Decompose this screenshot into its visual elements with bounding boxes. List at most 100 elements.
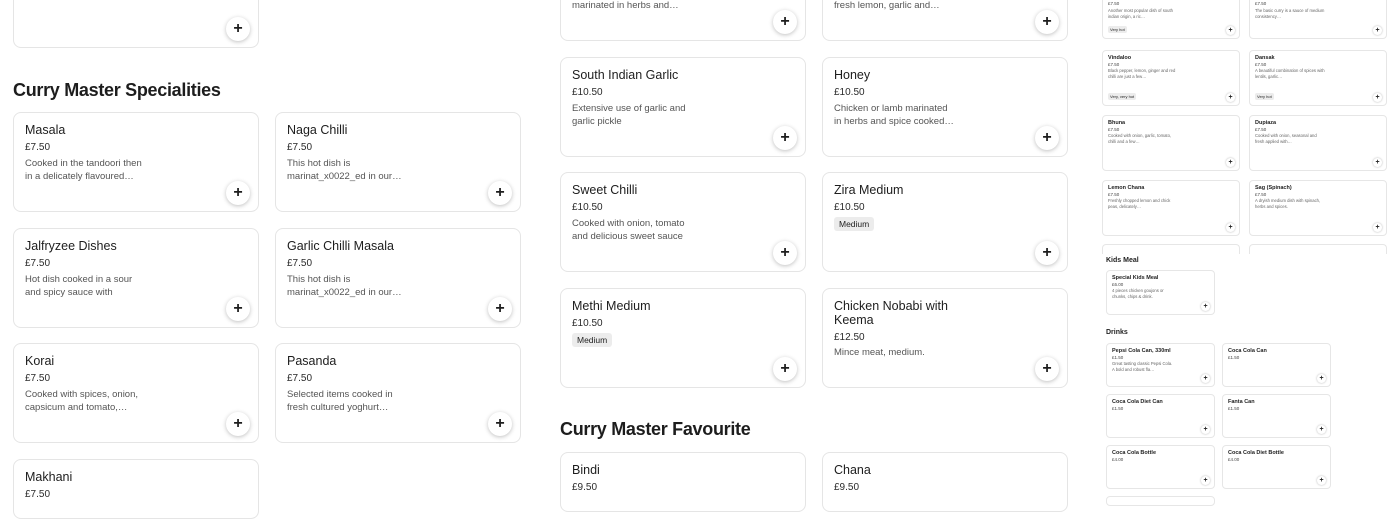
mini-menu-card[interactable]: Pepsi Cola Can, 330ml £1.50 Great tastin… (1106, 343, 1215, 387)
menu-item-card[interactable]: + (13, 0, 259, 48)
item-price: £7.50 (287, 142, 313, 153)
mini-menu-card[interactable]: Dansak £7.50 A beautiful combination of … (1249, 50, 1387, 106)
mini-item-price: £1.50 (1228, 406, 1240, 411)
mini-menu-card[interactable]: Coca Cola Diet Bottle £4.00 + (1222, 445, 1331, 489)
add-item-button[interactable]: + (773, 126, 797, 150)
item-description: Chicken or lamb marinated in herbs and s… (834, 103, 954, 127)
add-item-button[interactable]: + (226, 181, 250, 205)
add-item-button[interactable]: + (773, 357, 797, 381)
mini-menu-card[interactable]: Sag (Spinach) £7.50 A dryish medium dish… (1249, 180, 1387, 236)
add-item-button[interactable]: + (226, 412, 250, 436)
mini-menu-card-partial[interactable] (1106, 496, 1215, 506)
add-item-button[interactable]: + (488, 297, 512, 321)
item-price: £7.50 (25, 142, 51, 153)
mini-add-button[interactable]: + (1201, 302, 1210, 311)
mini-item-description: Another most popular dish of south india… (1108, 8, 1173, 19)
item-name: Garlic Chilli Masala (287, 239, 394, 253)
item-price: £10.50 (572, 202, 603, 213)
mini-item-name: Coca Cola Can (1228, 348, 1267, 354)
mini-add-button[interactable]: + (1373, 93, 1382, 102)
mini-item-description: Great tasting classic Pepsi Cola. A bold… (1112, 361, 1173, 372)
mini-item-name: Fanta Can (1228, 399, 1255, 405)
menu-item-card[interactable]: Zira Medium £10.50 Medium + (822, 172, 1068, 272)
mini-menu-card[interactable]: Coca Cola Diet Can £1.50 + (1106, 394, 1215, 438)
add-item-button[interactable]: + (1035, 126, 1059, 150)
item-price: £9.50 (572, 482, 598, 493)
mini-add-button[interactable]: + (1226, 158, 1235, 167)
mini-menu-card[interactable]: Vindaloo £7.50 Black pepper, lemon, ging… (1102, 50, 1240, 106)
mini-menu-card-partial[interactable] (1102, 244, 1240, 254)
mini-add-button[interactable]: + (1201, 476, 1210, 485)
add-item-button[interactable]: + (1035, 357, 1059, 381)
mini-item-price: £7.50 (1255, 192, 1267, 197)
item-name: Chicken Nobabi with Keema (834, 299, 948, 327)
mini-item-name: Vindaloo (1108, 55, 1132, 61)
add-item-button[interactable]: + (773, 241, 797, 265)
menu-item-card[interactable]: Makhani £7.50 (13, 459, 259, 519)
menu-item-card[interactable]: South Indian Garlic £10.50 Extensive use… (560, 57, 806, 157)
mini-item-name: Pepsi Cola Can, 330ml (1112, 348, 1171, 354)
mini-menu-card[interactable]: Dupiaza £7.50 Cooked with onion, seasona… (1249, 115, 1387, 171)
item-name: South Indian Garlic (572, 68, 679, 82)
menu-item-card[interactable]: Methi Medium £10.50 Medium + (560, 288, 806, 388)
mini-item-description: Freshly chopped lemon and chick peas, de… (1108, 198, 1171, 209)
menu-item-card[interactable]: Sweet Chilli £10.50 Cooked with onion, t… (560, 172, 806, 272)
mini-add-button[interactable]: + (1226, 223, 1235, 232)
add-item-button[interactable]: + (1035, 241, 1059, 265)
mini-add-button[interactable]: + (1373, 158, 1382, 167)
item-description: Cooked with onion, tomato and delicious … (572, 218, 685, 242)
item-name: Zira Medium (834, 183, 904, 197)
menu-item-card[interactable]: Bindi £9.50 (560, 452, 806, 512)
add-item-button[interactable]: + (1035, 10, 1059, 34)
mini-add-button[interactable]: + (1317, 374, 1326, 383)
mini-add-button[interactable]: + (1201, 425, 1210, 434)
spice-badge: Medium (834, 217, 875, 231)
menu-item-card[interactable]: Honey £10.50 Chicken or lamb marinated i… (822, 57, 1068, 157)
item-price: £7.50 (25, 489, 51, 500)
menu-item-card[interactable]: Chana £9.50 (822, 452, 1068, 512)
mini-menu-card[interactable]: Coca Cola Bottle £4.00 + (1106, 445, 1215, 489)
mini-add-button[interactable]: + (1317, 476, 1326, 485)
mini-add-button[interactable]: + (1317, 425, 1326, 434)
mini-add-button[interactable]: + (1226, 93, 1235, 102)
mini-item-price: £7.50 (1108, 62, 1120, 67)
menu-item-card[interactable]: Masala £7.50 Cooked in the tandoori then… (13, 112, 259, 212)
mini-add-button[interactable]: + (1373, 223, 1382, 232)
menu-item-card[interactable]: Korai £7.50 Cooked with spices, onion, c… (13, 343, 259, 443)
item-description: This hot dish is marinat_x0022_ed in our… (287, 158, 402, 182)
mini-item-name: Bhuna (1108, 120, 1126, 126)
item-price: £9.50 (834, 482, 860, 493)
item-name: Pasanda (287, 354, 337, 368)
item-description: Selected items cooked in fresh cultured … (287, 389, 393, 413)
mini-menu-card[interactable]: Coca Cola Can £1.50 + (1222, 343, 1331, 387)
menu-item-card[interactable]: marinated in herbs and… + (560, 0, 806, 41)
mini-menu-card[interactable]: Lemon Chana £7.50 Freshly chopped lemon … (1102, 180, 1240, 236)
menu-item-card[interactable]: Naga Chilli £7.50 This hot dish is marin… (275, 112, 521, 212)
mini-add-button[interactable]: + (1226, 26, 1235, 35)
add-item-button[interactable]: + (488, 181, 512, 205)
menu-item-card[interactable]: Chicken Nobabi with Keema £12.50 Mince m… (822, 288, 1068, 388)
mini-item-description: 4 pieces chicken goujons or chunks, chip… (1112, 288, 1164, 299)
mini-menu-card[interactable]: £7.50 The basic curry is a sauce of medi… (1249, 0, 1387, 39)
spice-badge: Medium (572, 333, 613, 347)
menu-item-card[interactable]: Garlic Chilli Masala £7.50 This hot dish… (275, 228, 521, 328)
mini-item-name: Lemon Chana (1108, 185, 1145, 191)
mini-item-price: £1.50 (1112, 406, 1124, 411)
mini-menu-card[interactable]: Bhuna £7.50 Cooked with onion, garlic, t… (1102, 115, 1240, 171)
mini-menu-card[interactable]: Fanta Can £1.50 + (1222, 394, 1331, 438)
add-item-button[interactable]: + (226, 297, 250, 321)
add-item-button[interactable]: + (488, 412, 512, 436)
add-item-button[interactable]: + (773, 10, 797, 34)
item-price: £10.50 (572, 318, 603, 329)
menu-item-card[interactable]: Jalfryzee Dishes £7.50 Hot dish cooked i… (13, 228, 259, 328)
mini-item-price: £7.50 (1255, 127, 1267, 132)
mini-menu-card[interactable]: Special Kids Meal £6.00 4 pieces chicken… (1106, 270, 1215, 315)
menu-item-card[interactable]: Pasanda £7.50 Selected items cooked in f… (275, 343, 521, 443)
mini-menu-card[interactable]: £7.50 Another most popular dish of south… (1102, 0, 1240, 39)
item-price: £10.50 (834, 202, 865, 213)
add-item-button[interactable]: + (226, 17, 250, 41)
menu-item-card[interactable]: fresh lemon, garlic and… + (822, 0, 1068, 41)
mini-add-button[interactable]: + (1201, 374, 1210, 383)
mini-menu-card-partial[interactable] (1249, 244, 1387, 254)
mini-add-button[interactable]: + (1373, 26, 1382, 35)
